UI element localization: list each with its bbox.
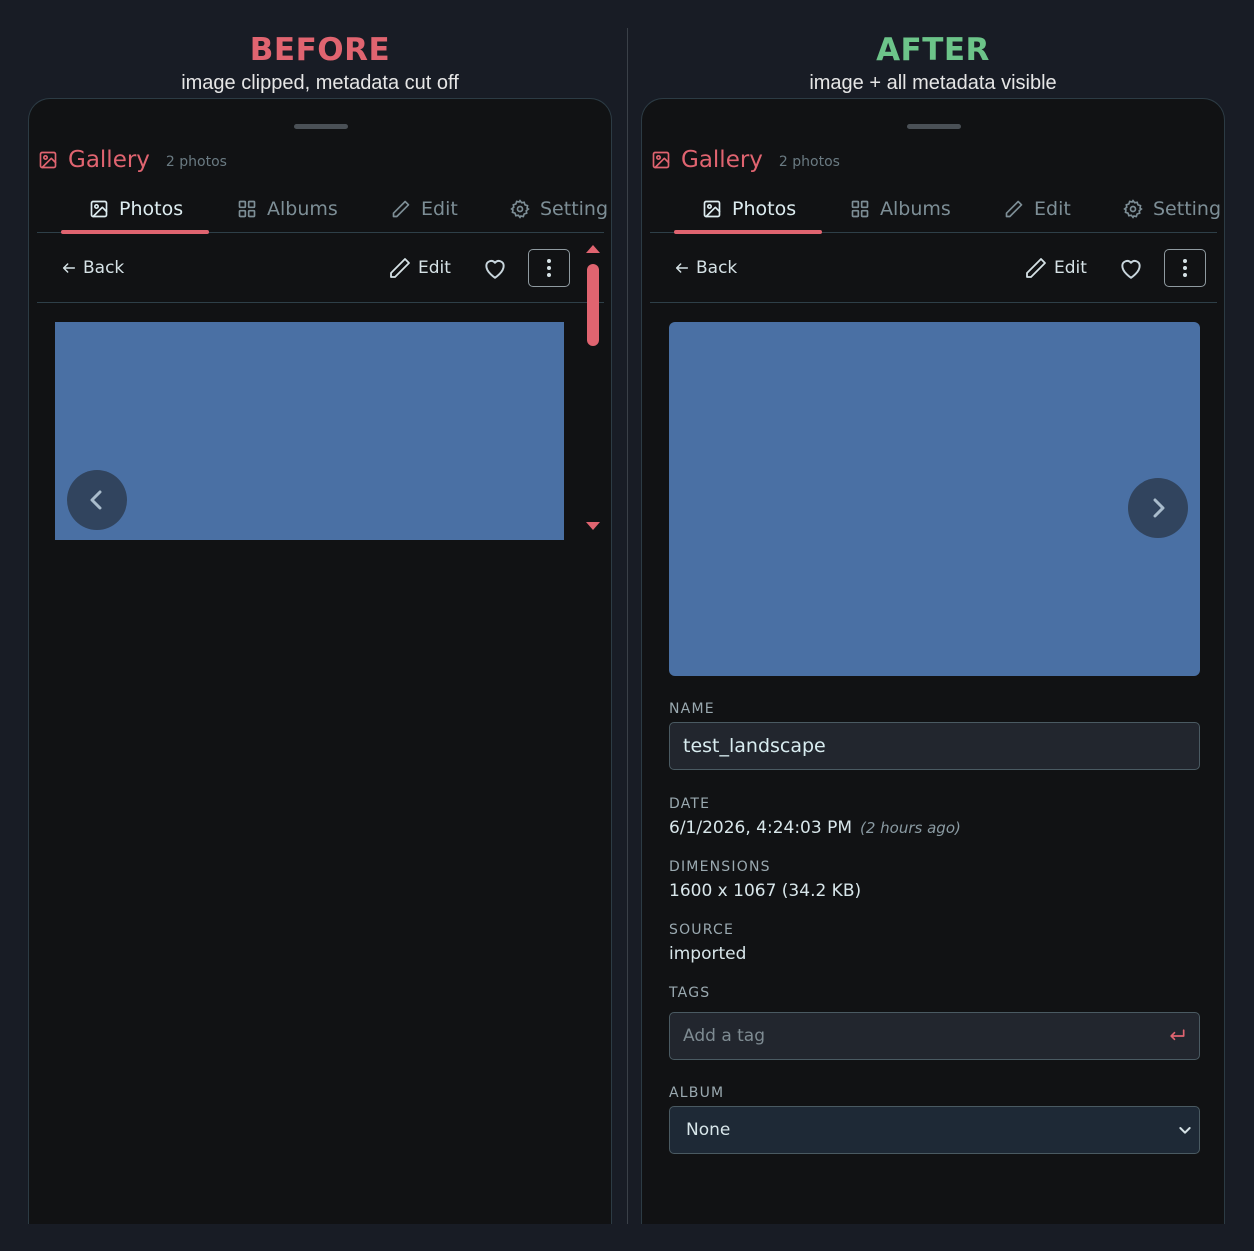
date-value-row: 6/1/2026, 4:24:03 PM (2 hours ago): [669, 818, 961, 838]
tab-photos[interactable]: Photos: [89, 185, 183, 233]
tag-input[interactable]: [670, 1013, 1167, 1059]
pencil-icon: [390, 258, 410, 278]
tab-edit[interactable]: Edit: [391, 185, 458, 233]
arrow-left-icon: [675, 263, 689, 273]
grid-icon: [851, 200, 869, 218]
back-label: Back: [83, 258, 125, 278]
after-heading: AFTER: [876, 32, 990, 68]
source-value: imported: [669, 944, 747, 964]
arrow-left-icon: [62, 263, 76, 273]
previous-photo-button[interactable]: [67, 470, 127, 530]
source-label: SOURCE: [669, 922, 735, 938]
image-icon: [90, 200, 108, 218]
chevron-down-icon: [1179, 1127, 1191, 1134]
tab-label: Edit: [421, 198, 458, 220]
tab-label: Setting: [540, 198, 609, 220]
next-photo-button[interactable]: [1128, 478, 1188, 538]
back-button[interactable]: Back: [674, 233, 737, 303]
date-value: 6/1/2026, 4:24:03 PM: [669, 818, 853, 838]
drag-handle[interactable]: [907, 124, 961, 129]
tab-edit[interactable]: Edit: [1004, 185, 1071, 233]
tags-field[interactable]: [669, 1012, 1200, 1060]
gallery-title: Gallery: [681, 147, 763, 173]
date-label: DATE: [669, 796, 711, 812]
tags-label: TAGS: [669, 985, 711, 1001]
before-heading-block: BEFORE image clipped, metadata cut off: [28, 30, 612, 95]
drag-handle[interactable]: [294, 124, 348, 129]
gallery-title: Gallery: [68, 147, 150, 173]
photo-toolbar: Back Edit: [650, 233, 1217, 303]
album-value: None: [686, 1120, 731, 1140]
tab-settings[interactable]: Setting: [1123, 185, 1221, 233]
dimensions-value: 1600 x 1067 (34.2 KB): [669, 881, 862, 901]
chevron-left-icon: [90, 490, 102, 510]
tab-settings[interactable]: Setting: [510, 185, 608, 233]
tab-label: Photos: [732, 198, 797, 220]
gear-icon: [1123, 199, 1143, 219]
image-icon: [703, 200, 721, 218]
enter-icon[interactable]: [1167, 1026, 1187, 1046]
edit-button[interactable]: Edit: [1024, 233, 1087, 303]
pencil-icon: [1026, 258, 1046, 278]
more-options-button[interactable]: [528, 249, 570, 287]
after-panel: Gallery 2 photos Photos Albums Edit Sett…: [641, 98, 1225, 1224]
gallery-header: Gallery 2 photos: [651, 145, 840, 175]
heart-icon[interactable]: [1118, 256, 1144, 280]
before-subheading: image clipped, metadata cut off: [181, 72, 459, 94]
scroll-down-arrow[interactable]: [586, 522, 600, 530]
name-field[interactable]: [669, 722, 1200, 770]
before-heading: BEFORE: [249, 32, 391, 68]
tab-label: Photos: [119, 198, 184, 220]
gear-icon: [510, 199, 530, 219]
tab-albums[interactable]: Albums: [237, 185, 338, 233]
tab-label: Albums: [267, 198, 338, 220]
tab-label: Setting: [1153, 198, 1222, 220]
photo-preview: [55, 322, 564, 540]
heart-icon[interactable]: [482, 256, 508, 280]
edit-label: Edit: [1054, 258, 1087, 278]
date-relative: (2 hours ago): [860, 819, 961, 837]
tab-bar: Photos Albums Edit Setting: [37, 185, 608, 234]
dimensions-label: DIMENSIONS: [669, 859, 771, 875]
after-subheading: image + all metadata visible: [809, 72, 1057, 94]
after-heading-block: AFTER image + all metadata visible: [641, 30, 1225, 95]
photo-count: 2 photos: [778, 154, 840, 170]
album-select[interactable]: None: [669, 1106, 1200, 1154]
more-vertical-icon: [547, 259, 551, 277]
album-label: ALBUM: [669, 1085, 725, 1101]
scroll-up-arrow[interactable]: [586, 245, 600, 253]
more-vertical-icon: [1183, 259, 1187, 277]
name-input[interactable]: [670, 723, 1199, 769]
tab-albums[interactable]: Albums: [850, 185, 951, 233]
photo-toolbar: Back Edit: [37, 233, 604, 303]
comparison-divider: [627, 28, 628, 1224]
image-icon: [39, 151, 57, 169]
photo-preview: [669, 322, 1200, 676]
photo-count: 2 photos: [165, 154, 227, 170]
edit-button[interactable]: Edit: [388, 233, 451, 303]
pencil-icon: [392, 200, 410, 218]
tab-label: Albums: [880, 198, 951, 220]
grid-icon: [238, 200, 256, 218]
more-options-button[interactable]: [1164, 249, 1206, 287]
before-panel: Gallery 2 photos Photos Albums Edit Sett…: [28, 98, 612, 1224]
name-label: NAME: [669, 701, 715, 717]
tab-photos[interactable]: Photos: [702, 185, 796, 233]
image-icon: [652, 151, 670, 169]
tab-bar: Photos Albums Edit Setting: [650, 185, 1221, 234]
gallery-header: Gallery 2 photos: [38, 145, 227, 175]
back-button[interactable]: Back: [61, 233, 124, 303]
chevron-right-icon: [1153, 498, 1165, 518]
pencil-icon: [1005, 200, 1023, 218]
tab-label: Edit: [1034, 198, 1071, 220]
back-label: Back: [696, 258, 738, 278]
edit-label: Edit: [418, 258, 451, 278]
scrollbar-thumb[interactable]: [587, 264, 599, 346]
